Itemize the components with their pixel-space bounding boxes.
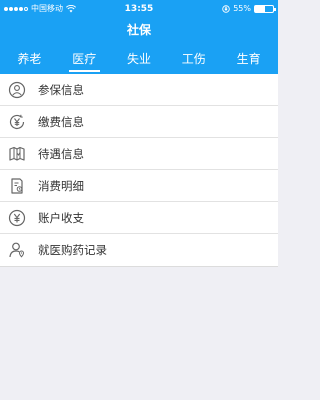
tab-medical[interactable]: 医疗 xyxy=(57,42,112,74)
wifi-icon xyxy=(66,4,76,12)
battery-percent: 55% xyxy=(233,4,251,13)
menu-item-label: 消费明细 xyxy=(38,178,84,193)
menu-item-label: 就医购药记录 xyxy=(38,243,107,257)
menu-item-label: 待遇信息 xyxy=(38,146,84,161)
menu-item-consumption-detail[interactable]: 消费明细 xyxy=(0,170,278,202)
menu-item-label: 参保信息 xyxy=(38,82,84,97)
menu-item-insurance-info[interactable]: 参保信息 xyxy=(0,74,278,106)
tab-label: 失业 xyxy=(126,51,151,66)
user-pin-icon xyxy=(8,241,26,259)
tab-label: 医疗 xyxy=(72,51,97,66)
carrier-label: 中国移动 xyxy=(31,4,63,13)
app-root: 中国移动 13:55 55% 社保 养老 医疗 失业 工伤 生育 参保信息 缴费… xyxy=(0,0,278,400)
nav-bar: 社保 xyxy=(0,17,278,42)
empty-background xyxy=(0,267,278,400)
battery-icon xyxy=(254,4,276,13)
tab-label: 养老 xyxy=(17,51,42,66)
book-map-icon xyxy=(8,145,26,163)
receipt-icon xyxy=(8,177,26,195)
status-time: 13:55 xyxy=(124,3,154,14)
tab-label: 生育 xyxy=(236,51,261,66)
tab-label: 工伤 xyxy=(181,51,206,66)
tab-unemployment[interactable]: 失业 xyxy=(112,42,167,74)
yen-circle-icon xyxy=(8,113,26,131)
signal-strength-icon xyxy=(4,6,28,11)
menu-item-label: 账户收支 xyxy=(38,210,84,225)
menu-item-account-balance[interactable]: 账户收支 xyxy=(0,202,278,234)
header: 中国移动 13:55 55% 社保 养老 医疗 失业 工伤 生育 xyxy=(0,0,278,74)
status-bar: 中国移动 13:55 55% xyxy=(0,0,278,17)
battery-level-fill xyxy=(255,5,265,12)
menu-item-medical-records[interactable]: 就医购药记录 xyxy=(0,234,278,266)
menu-list: 参保信息 缴费信息 待遇信息 消费明细 账户收支 就医购药记录 xyxy=(0,74,278,267)
status-left: 中国移动 xyxy=(4,3,76,14)
page-title: 社保 xyxy=(126,23,151,37)
user-circle-icon xyxy=(8,81,26,99)
tab-pension[interactable]: 养老 xyxy=(2,42,57,74)
menu-item-benefits-info[interactable]: 待遇信息 xyxy=(0,138,278,170)
menu-item-label: 缴费信息 xyxy=(38,114,84,129)
menu-item-payment-info[interactable]: 缴费信息 xyxy=(0,106,278,138)
tab-bar: 养老 医疗 失业 工伤 生育 xyxy=(0,42,278,74)
yen-balance-icon xyxy=(8,209,26,227)
orientation-lock-icon xyxy=(222,4,230,13)
status-right: 55% xyxy=(222,4,276,13)
tab-work-injury[interactable]: 工伤 xyxy=(166,42,221,74)
tab-maternity[interactable]: 生育 xyxy=(221,42,276,74)
